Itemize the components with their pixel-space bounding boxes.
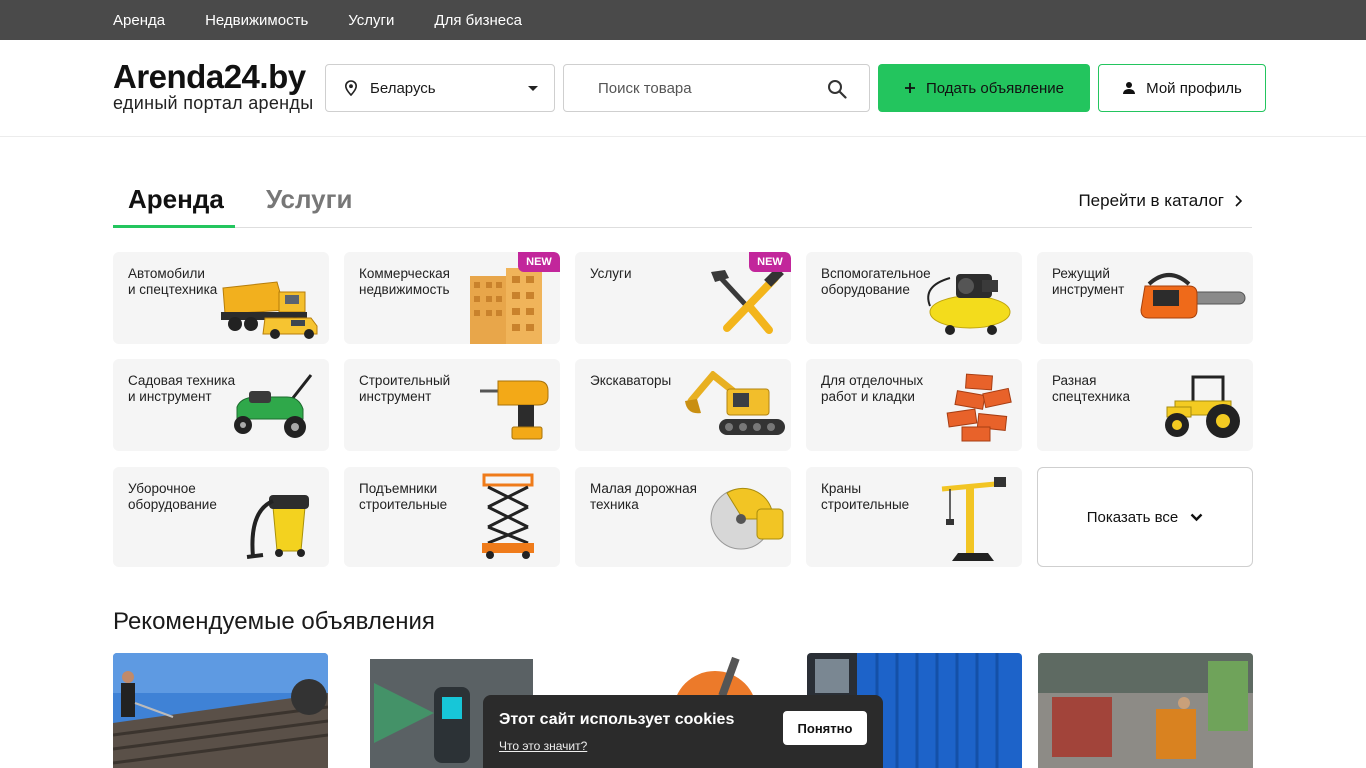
search-icon[interactable] <box>827 79 847 99</box>
category-tabs: Аренда Услуги Перейти в каталог <box>113 180 1252 228</box>
category-label: Уборочное оборудование <box>128 481 217 512</box>
roof-cleaning-photo <box>113 653 328 768</box>
category-card-vehicles[interactable]: Автомобили и спецтехника <box>113 252 329 344</box>
tractor-icon <box>1165 375 1240 438</box>
catalog-link[interactable]: Перейти в каталог <box>1078 191 1242 211</box>
scissor-lift-icon <box>482 473 534 559</box>
road-saw-icon <box>710 487 784 550</box>
category-label: Строительный инструмент <box>359 373 451 404</box>
dump-truck-icon <box>221 281 318 339</box>
tab-services[interactable]: Услуги <box>266 184 352 215</box>
drill-icon <box>480 380 549 440</box>
lawn-mower-icon <box>234 374 313 438</box>
category-label: Подъемники строительные <box>359 481 448 512</box>
cookie-accept-button[interactable]: Понятно <box>783 711 867 745</box>
listing-card-image[interactable] <box>1038 653 1253 768</box>
cookie-banner: Этот сайт использует cookies Что это зна… <box>483 695 883 768</box>
user-icon <box>1123 82 1136 94</box>
site-logo[interactable]: Arenda24.by единый портал аренды <box>113 58 314 113</box>
tab-rent[interactable]: Аренда <box>128 184 224 215</box>
new-badge: NEW <box>749 252 791 272</box>
category-card-lifts[interactable]: Подъемники строительные <box>344 467 560 567</box>
hammer-wrench-icon <box>711 268 784 334</box>
tower-crane-icon <box>941 477 1007 561</box>
category-card-misc-machinery[interactable]: Разная спецтехника <box>1037 359 1253 451</box>
category-card-services[interactable]: Услуги NEW <box>575 252 791 344</box>
bricks-icon <box>946 373 1012 442</box>
category-card-finishing-works[interactable]: Для отделочных работ и кладки <box>806 359 1022 451</box>
category-label: Краны строительные <box>821 481 910 512</box>
plus-icon <box>904 83 915 93</box>
category-label: Услуги <box>590 266 632 281</box>
listing-card-image[interactable] <box>113 653 328 768</box>
profile-label: Мой профиль <box>1146 79 1242 97</box>
category-card-garden[interactable]: Садовая техника и инструмент <box>113 359 329 451</box>
compressor-icon <box>927 274 1011 335</box>
region-select[interactable]: Беларусь <box>325 64 555 112</box>
category-card-cleaning[interactable]: Уборочное оборудование <box>113 467 329 567</box>
search-box <box>563 64 870 112</box>
category-card-road-equipment[interactable]: Малая дорожная техника <box>575 467 791 567</box>
category-card-construction-tools[interactable]: Строительный инструмент <box>344 359 560 451</box>
category-label: Коммерческая недвижимость <box>359 266 450 297</box>
recommended-title: Рекомендуемые объявления <box>113 608 435 635</box>
category-card-auxiliary-equipment[interactable]: Вспомогательное оборудование <box>806 252 1022 344</box>
show-all-label: Показать все <box>1086 508 1179 526</box>
category-card-cranes[interactable]: Краны строительные <box>806 467 1022 567</box>
excavator-icon <box>685 371 785 435</box>
top-nav: Аренда Недвижимость Услуги Для бизнеса <box>0 0 1366 40</box>
location-pin-icon <box>344 80 358 96</box>
category-label: Для отделочных работ и кладки <box>821 373 924 404</box>
search-input[interactable] <box>598 65 838 111</box>
top-nav-realty[interactable]: Недвижимость <box>205 12 308 29</box>
post-ad-button[interactable]: Подать объявление <box>878 64 1090 112</box>
top-nav-business[interactable]: Для бизнеса <box>434 12 522 29</box>
active-tab-indicator <box>113 225 235 228</box>
show-all-button[interactable]: Показать все <box>1037 467 1253 567</box>
category-card-commercial-realty[interactable]: Коммерческая недвижимость NEW <box>344 252 560 344</box>
top-nav-rent[interactable]: Аренда <box>113 12 165 29</box>
top-nav-services[interactable]: Услуги <box>348 12 394 29</box>
chevron-down-icon <box>528 86 538 91</box>
chevron-right-icon <box>1235 195 1242 207</box>
cookie-title: Этот сайт использует cookies <box>499 711 735 728</box>
post-ad-label: Подать объявление <box>925 79 1065 97</box>
cookie-info-link[interactable]: Что это значит? <box>499 739 587 753</box>
chainsaw-icon <box>1140 273 1246 319</box>
site-header: Arenda24.by единый портал аренды Беларус… <box>0 40 1366 137</box>
new-badge: NEW <box>518 252 560 272</box>
profile-button[interactable]: Мой профиль <box>1098 64 1266 112</box>
category-card-cutting-tools[interactable]: Режущий инструмент <box>1037 252 1253 344</box>
catalog-link-label: Перейти в каталог <box>1078 191 1224 210</box>
workshop-photo <box>1038 653 1253 768</box>
chevron-down-icon <box>1190 513 1203 521</box>
building-icon <box>470 268 542 344</box>
logo-title: Arenda24.by <box>113 58 306 95</box>
vacuum-cleaner-icon <box>246 495 309 559</box>
region-value: Беларусь <box>370 79 436 97</box>
category-card-excavators[interactable]: Экскаваторы <box>575 359 791 451</box>
logo-subtitle: единый портал аренды <box>113 93 314 113</box>
category-label: Малая дорожная техника <box>590 481 697 512</box>
category-label: Разная спецтехника <box>1052 373 1131 404</box>
